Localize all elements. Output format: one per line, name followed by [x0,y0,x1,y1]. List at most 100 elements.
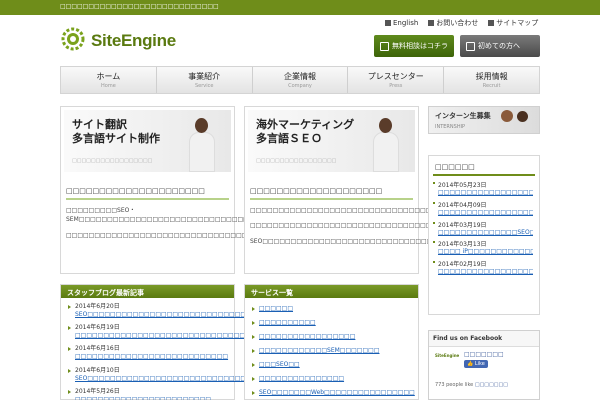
news-link[interactable]: □□□□□□□□□□□□□□□□□□□□□□□□□□□□ [438,209,533,217]
like-count-link[interactable]: □□□□□□□ [475,382,508,388]
service-link[interactable]: □□□□□□□□□□ [259,319,316,326]
blog-date: 2014年6月19日 [75,324,120,332]
blog-item: 2014年6月20日 SEO□□□□□□□□□□□□□□□□□□□□□□□□□□… [68,303,269,319]
arrow-box-icon [385,20,391,26]
feature-translation: サイト翻訳 多言語サイト制作 □□□□□□□□□□□□□□□□□ □□□□□□□… [60,106,414,274]
arrow-box-icon [428,20,435,26]
news-link[interactable]: □□□□□□□□□□□□□□□□□□□□□□□□□□ [438,189,533,197]
banner-title-line1: 海外マーケティング [256,118,355,131]
feature-heading: □□□□□□□□□□□□□□□□□□□□ [250,187,413,200]
service-item: □□□□□□□□□□□□SEM□□□□□□□ [252,347,412,354]
nav-item-company[interactable]: 企業情報 Company [253,67,349,93]
news-link[interactable]: □□□□□□□□□□□□□□SEO□□□□□□□□□□ [438,229,533,237]
nav-sublabel: Home [101,83,116,89]
sitemap-label: サイトマップ [496,19,539,27]
services-title: サービス一覧 [245,285,418,298]
news-item: 2014年04月09日 □□□□□□□□□□□□□□□□□□□□□□□□□□□□ [433,200,533,217]
banner-title-line2: 多言語ＳＥＯ [256,131,322,145]
news-panel: □□□□□□ 2014年05月23日 □□□□□□□□□□□□□□□□□□□□□… [428,155,540,315]
translation-banner[interactable]: サイト翻訳 多言語サイト制作 □□□□□□□□□□□□□□□□□ [64,110,231,172]
facebook-page-name[interactable]: □□□□□□□ [464,351,504,358]
phone-icon [380,41,389,51]
nav-item-press[interactable]: プレスセンター Press [348,67,445,93]
banner-subtitle: □□□□□□□□□□□□□□□□□ [72,158,153,164]
service-link[interactable]: □□□SEO□□ [259,361,300,368]
english-label: English [393,19,419,27]
main-nav: ホーム Home 事業紹介 Service 企業情報 Company プレスセン… [60,66,540,94]
staff-blog-panel: スタッフブログ最新記事 2014年6月20日 SEO□□□□□□□□□□□□□□… [60,284,345,400]
top-strip: □□□□□□□□□□□□□□□□□□□□□□□□□□□□ [0,0,600,15]
service-item: SEO□□□□□□□Web□□□□□□□□□□□□□□□□ [252,389,415,396]
like-label: Like [474,361,485,367]
english-link[interactable]: English [385,18,418,28]
nav-item-recruit[interactable]: 採用情報 Recruit [444,67,539,93]
news-date: 2014年05月23日 [438,182,487,189]
nav-sublabel: Press [389,83,403,89]
blog-link[interactable]: □□□□□□□□□□□□□□□□□□□□□□□□□□□ [75,353,228,360]
nav-label: 採用情報 [475,72,508,81]
feature-heading: □□□□□□□□□□□□□□□□□□□□□ [66,187,229,200]
nav-sublabel: Company [288,83,312,89]
blog-date: 2014年5月26日 [75,387,120,395]
service-link[interactable]: □□□□□□ [259,305,293,312]
free-consultation-button[interactable]: 無料相談はコチラ [374,35,454,57]
people-photo [497,110,535,132]
feature-marketing: 海外マーケティング 多言語ＳＥＯ □□□□□□□□□□□□□□□□□ □□□□□… [244,106,534,274]
sitemap-link[interactable]: サイトマップ [488,18,538,28]
news-date: 2014年03月13日 [438,241,487,249]
feature-text: SEO□□□□□□□□□□□□□□□□□□□□□□□□□□□□□□□□□□□□□… [250,237,501,245]
banner-title-line1: サイト翻訳 [72,118,127,131]
news-date: 2014年03月19日 [438,221,487,229]
nav-item-home[interactable]: ホーム Home [61,67,157,93]
blog-link[interactable]: SEO□□□□□□□□□□□□□□□□□□□□□□□□□□□□□□□□ [75,311,269,318]
document-icon [466,41,475,51]
feature-text: □□□□□□□□□□□□□□□□□□□□□□□□□□□□□□□□□□□□□□□□… [250,207,534,214]
nav-label: ホーム [96,72,121,81]
banner-title-line2: 多言語サイト制作 [72,131,160,145]
like-count-text: 773 people like [435,382,474,388]
facebook-widget: Find us on Facebook SiteEngine □□□□□□□ 👍… [428,330,540,400]
news-title: □□□□□□ [433,160,535,176]
service-item: □□□□□□ [252,305,412,312]
banner-subtitle: □□□□□□□□□□□□□□□□□ [256,158,337,164]
facebook-page-logo[interactable]: SiteEngine [435,351,460,361]
facebook-like-button[interactable]: 👍 Like [464,360,488,368]
topbar-tagline: □□□□□□□□□□□□□□□□□□□□□□□□□□□□ [60,3,219,10]
services-panel: サービス一覧 □□□□□□ □□□□□□□□□□ □□□□□□□□□□□□□□□… [244,284,419,400]
news-link[interactable]: □□□□□□□□□□□□□□□□□□□□□□□□ [438,268,533,276]
service-link[interactable]: □□□□□□□□□□□□□□□ [259,375,344,382]
marketing-banner[interactable]: 海外マーケティング 多言語ＳＥＯ □□□□□□□□□□□□□□□□□ [248,110,415,172]
contact-link[interactable]: お問い合わせ [428,18,478,28]
facebook-logo-text: SiteEngine [435,353,460,358]
service-item: □□□□□□□□□□ [252,319,412,326]
blog-link[interactable]: SEO□□□□□□□□□□□□□□□□□□□□□□□□□□□□□□□□ [75,375,269,382]
gear-logo-icon [61,27,85,51]
blog-item: 2014年6月16日 □□□□□□□□□□□□□□□□□□□□□□□□□□□ [68,345,228,361]
blog-date: 2014年6月16日 [75,345,120,353]
nav-item-service[interactable]: 事業紹介 Service [157,67,253,93]
service-link[interactable]: SEO□□□□□□□Web□□□□□□□□□□□□□□□□ [259,389,415,396]
nav-label: 事業紹介 [188,72,221,81]
first-time-button[interactable]: 初めての方へ [460,35,540,57]
service-link[interactable]: □□□□□□□□□□□□□□□□□ [259,333,355,340]
nav-label: プレスセンター [367,72,424,81]
thumbs-up-icon: 👍 [467,361,474,367]
arrow-box-icon [488,20,495,26]
nav-label: 企業情報 [283,72,316,81]
service-link[interactable]: □□□□□□□□□□□□SEM□□□□□□□ [259,347,380,354]
service-item: □□□□□□□□□□□□□□□ [252,375,412,382]
news-link[interactable]: □□□□ iP□□□□□□□□□□□□□□□□□□ [438,248,533,256]
banner-title: 海外マーケティング 多言語ＳＥＯ [256,118,354,146]
internship-banner[interactable]: インターン生募集 INTERNSHIP [428,106,540,134]
news-item: 2014年03月13日 □□□□ iP□□□□□□□□□□□□□□□□□□ [433,239,533,256]
feature-text: □□□□□□□□□□□□□□□□□□□□□□□□□□□□□□□□□□□□□□□□… [66,231,339,239]
service-item: □□□□□□□□□□□□□□□□□ [252,333,412,340]
blog-link[interactable]: □□□□□□□□□□□□□□□□□□□□□□□□ [75,396,211,400]
blog-item: 2014年5月26日 □□□□□□□□□□□□□□□□□□□□□□□□ [68,387,228,400]
feature-text: □□□□□□□□□SEO・SEM□□□□□□□□□□□□□□□□□□□□□□□□… [66,207,414,224]
site-logo[interactable]: SiteEngine [60,26,200,52]
feature-text: □□□□□□□□□□□□□□□□□□□□□□□□□□□□□□□□□ [250,222,438,230]
blog-title: スタッフブログ最新記事 [61,285,234,298]
facebook-like-count: 773 people like □□□□□□□ [435,382,508,388]
banner-title: サイト翻訳 多言語サイト制作 [72,118,160,146]
